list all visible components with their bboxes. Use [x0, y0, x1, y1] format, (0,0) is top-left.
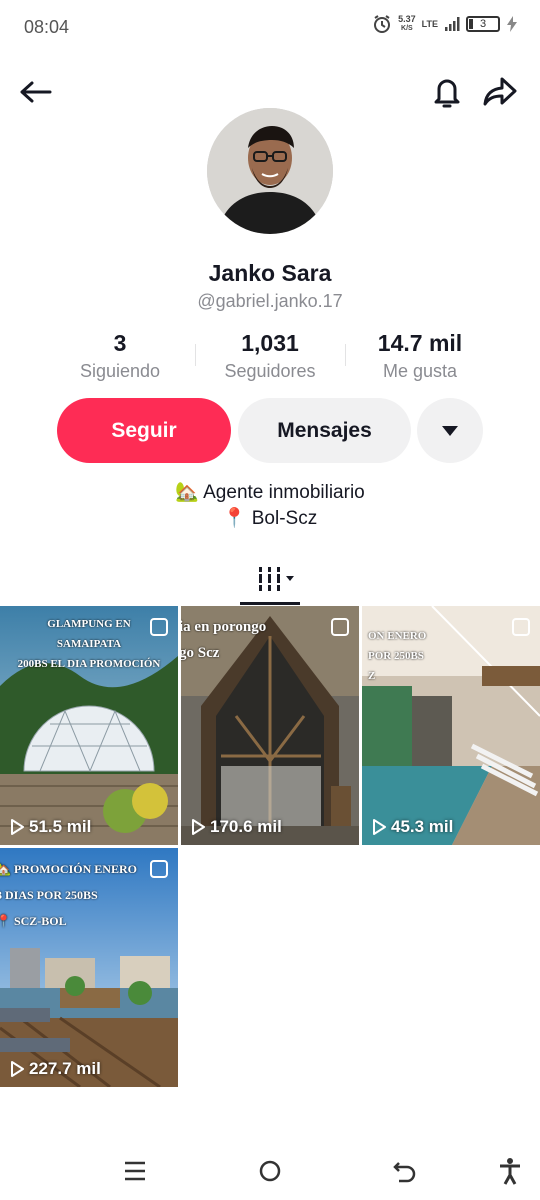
stat-followers[interactable]: 1,031 Seguidores — [195, 330, 345, 386]
caption-line: ia en porongo — [181, 619, 267, 635]
back-system-button[interactable] — [388, 1154, 422, 1188]
caption-line: ON ENERO — [368, 630, 427, 642]
alarm-icon — [374, 15, 391, 33]
status-time: 08:04 — [24, 17, 70, 37]
multi-image-icon — [512, 618, 530, 636]
status-bar: 08:04 5.37 K/S LTE 3 — [0, 0, 540, 56]
profile-name: Janko Sara — [208, 260, 332, 286]
message-button[interactable]: Mensajes — [238, 398, 411, 463]
avatar-image — [207, 108, 333, 234]
system-nav-bar — [0, 1140, 540, 1200]
multi-image-icon — [150, 860, 168, 878]
play-icon — [192, 819, 205, 835]
stat-likes[interactable]: 14.7 mil Me gusta — [345, 330, 495, 386]
video-tile[interactable]: ON ENERO POR 250BS Z 45.3 mil — [362, 606, 540, 845]
share-button[interactable] — [478, 70, 522, 114]
bell-icon — [434, 79, 460, 108]
caption-line: go Scz — [181, 645, 220, 661]
grid-bars-icon — [259, 567, 294, 591]
view-count: 227.7 mil — [29, 1059, 101, 1078]
video-tile[interactable]: 🏡 PROMOCIÓN ENERO 3 DIAS POR 250BS 📍 SCZ… — [0, 848, 178, 1087]
caption-line: Z — [368, 670, 376, 682]
stat-label: Me gusta — [382, 361, 458, 381]
net-speed-unit: K/S — [401, 25, 413, 32]
profile-stats: 3 Siguiendo 1,031 Seguidores 14.7 mil Me… — [45, 330, 495, 386]
avatar[interactable] — [207, 108, 333, 234]
video-views: 227.7 mil — [10, 1059, 101, 1079]
arrow-left-icon — [20, 81, 52, 103]
bio-line-location: 📍 Bol-Scz — [222, 508, 318, 529]
net-speed-value: 5.37 — [398, 14, 416, 24]
accessibility-icon — [500, 1158, 520, 1185]
more-options-button[interactable] — [417, 398, 483, 463]
caption-line: POR 250BS — [368, 650, 424, 662]
caption-line: SAMAIPATA — [56, 638, 122, 650]
stat-label: Seguidores — [224, 361, 316, 381]
caption-line: 🏡 PROMOCIÓN ENERO — [0, 862, 137, 876]
stat-following[interactable]: 3 Siguiendo — [45, 330, 195, 386]
home-button[interactable] — [253, 1154, 287, 1188]
multi-image-icon — [150, 618, 168, 636]
video-caption: GLAMPUNG EN SAMAIPATA 200BS EL DIA PROMO… — [4, 614, 174, 674]
multi-image-icon — [331, 618, 349, 636]
recents-button[interactable] — [118, 1154, 152, 1188]
back-curve-icon — [393, 1162, 416, 1183]
caption-line: 📍 SCZ-BOL — [0, 914, 67, 928]
view-count: 170.6 mil — [210, 817, 282, 836]
play-icon — [11, 819, 24, 835]
play-icon — [11, 1061, 24, 1077]
video-caption: ia en porongo go Scz — [181, 614, 355, 666]
battery-icon: 3 — [466, 16, 500, 32]
follow-button[interactable]: Seguir — [57, 398, 231, 463]
back-button[interactable] — [14, 70, 58, 114]
tab-videos[interactable] — [245, 562, 305, 596]
video-caption: ON ENERO POR 250BS Z — [368, 626, 536, 686]
home-circle-icon — [259, 1160, 281, 1182]
net-speed: 5.37 K/S — [398, 15, 416, 33]
signal-icon — [445, 17, 460, 31]
menu-lines-icon — [125, 1161, 145, 1181]
profile-bio: 🏡 Agente inmobiliario 📍 Bol-Scz — [0, 480, 540, 532]
accessibility-button[interactable] — [493, 1154, 527, 1188]
caption-line: 200BS EL DIA PROMOCIÓN — [17, 658, 161, 670]
video-tile[interactable]: ia en porongo go Scz 170.6 mil — [181, 606, 359, 845]
view-count: 45.3 mil — [391, 817, 454, 836]
video-views: 51.5 mil — [10, 817, 91, 837]
network-type: LTE — [421, 18, 438, 29]
video-views: 45.3 mil — [372, 817, 453, 837]
battery-level: 3 — [479, 18, 487, 30]
video-views: 170.6 mil — [191, 817, 282, 837]
video-caption: 🏡 PROMOCIÓN ENERO 3 DIAS POR 250BS 📍 SCZ… — [0, 856, 174, 934]
play-icon — [373, 819, 386, 835]
stat-label: Siguiendo — [79, 361, 161, 381]
notifications-button[interactable] — [425, 70, 469, 114]
profile-handle: @gabriel.janko.17 — [197, 291, 343, 311]
content-tabs — [0, 558, 540, 606]
stat-value: 1,031 — [241, 330, 299, 356]
share-arrow-icon — [483, 77, 517, 106]
caption-line: GLAMPUNG EN — [47, 618, 131, 630]
video-tile[interactable]: GLAMPUNG EN SAMAIPATA 200BS EL DIA PROMO… — [0, 606, 178, 845]
charging-icon — [507, 16, 517, 32]
bio-line-occupation: 🏡 Agente inmobiliario — [175, 482, 365, 503]
caret-down-icon — [442, 425, 458, 436]
stat-value: 3 — [113, 330, 127, 356]
view-count: 51.5 mil — [29, 817, 92, 836]
tab-active-indicator — [240, 602, 300, 605]
status-icons: 5.37 K/S LTE 3 — [372, 14, 518, 34]
stat-value: 14.7 mil — [377, 330, 463, 356]
caption-line: 3 DIAS POR 250BS — [0, 888, 98, 902]
